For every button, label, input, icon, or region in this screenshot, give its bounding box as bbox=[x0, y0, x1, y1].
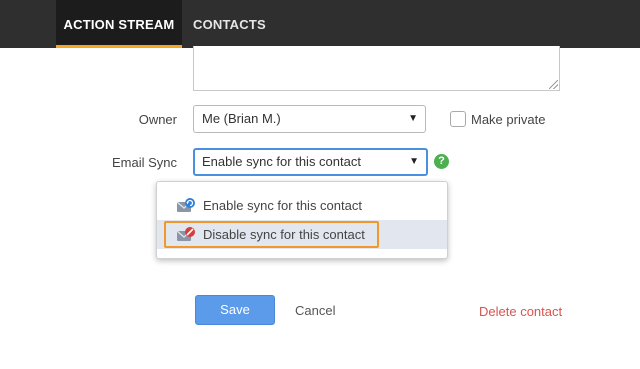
menu-item-label: Enable sync for this contact bbox=[203, 198, 362, 213]
caret-down-icon: ▼ bbox=[408, 113, 418, 124]
email-sync-select-value: Enable sync for this contact bbox=[202, 154, 361, 169]
email-sync-dropdown-menu: Enable sync for this contact Disable syn… bbox=[156, 181, 448, 259]
notes-textarea[interactable] bbox=[193, 46, 560, 91]
tab-action-stream[interactable]: ACTION STREAM bbox=[56, 0, 182, 48]
envelope-disabled-icon bbox=[176, 226, 196, 242]
cancel-link[interactable]: Cancel bbox=[295, 303, 335, 318]
menu-item-disable-sync[interactable]: Disable sync for this contact bbox=[157, 220, 447, 249]
caret-down-icon: ▼ bbox=[409, 156, 419, 167]
resize-grip-icon[interactable] bbox=[549, 80, 558, 89]
email-sync-label: Email Sync bbox=[111, 155, 177, 170]
owner-select-value: Me (Brian M.) bbox=[202, 111, 281, 126]
menu-item-label: Disable sync for this contact bbox=[203, 227, 365, 242]
email-sync-select[interactable]: Enable sync for this contact ▼ bbox=[193, 148, 428, 176]
top-navigation: ACTION STREAM CONTACTS bbox=[0, 0, 640, 48]
owner-label: Owner bbox=[138, 112, 177, 127]
save-button[interactable]: Save bbox=[195, 295, 275, 325]
owner-select[interactable]: Me (Brian M.) ▼ bbox=[193, 105, 426, 133]
envelope-sync-icon bbox=[176, 197, 196, 213]
make-private-label: Make private bbox=[471, 112, 546, 127]
delete-contact-link[interactable]: Delete contact bbox=[479, 304, 562, 319]
edit-contact-page: ACTION STREAM CONTACTS Owner Me (Brian M… bbox=[0, 0, 640, 369]
make-private-checkbox[interactable] bbox=[450, 111, 466, 127]
tab-contacts[interactable]: CONTACTS bbox=[193, 0, 266, 48]
menu-item-enable-sync[interactable]: Enable sync for this contact bbox=[157, 191, 447, 220]
help-icon[interactable]: ? bbox=[434, 154, 449, 169]
